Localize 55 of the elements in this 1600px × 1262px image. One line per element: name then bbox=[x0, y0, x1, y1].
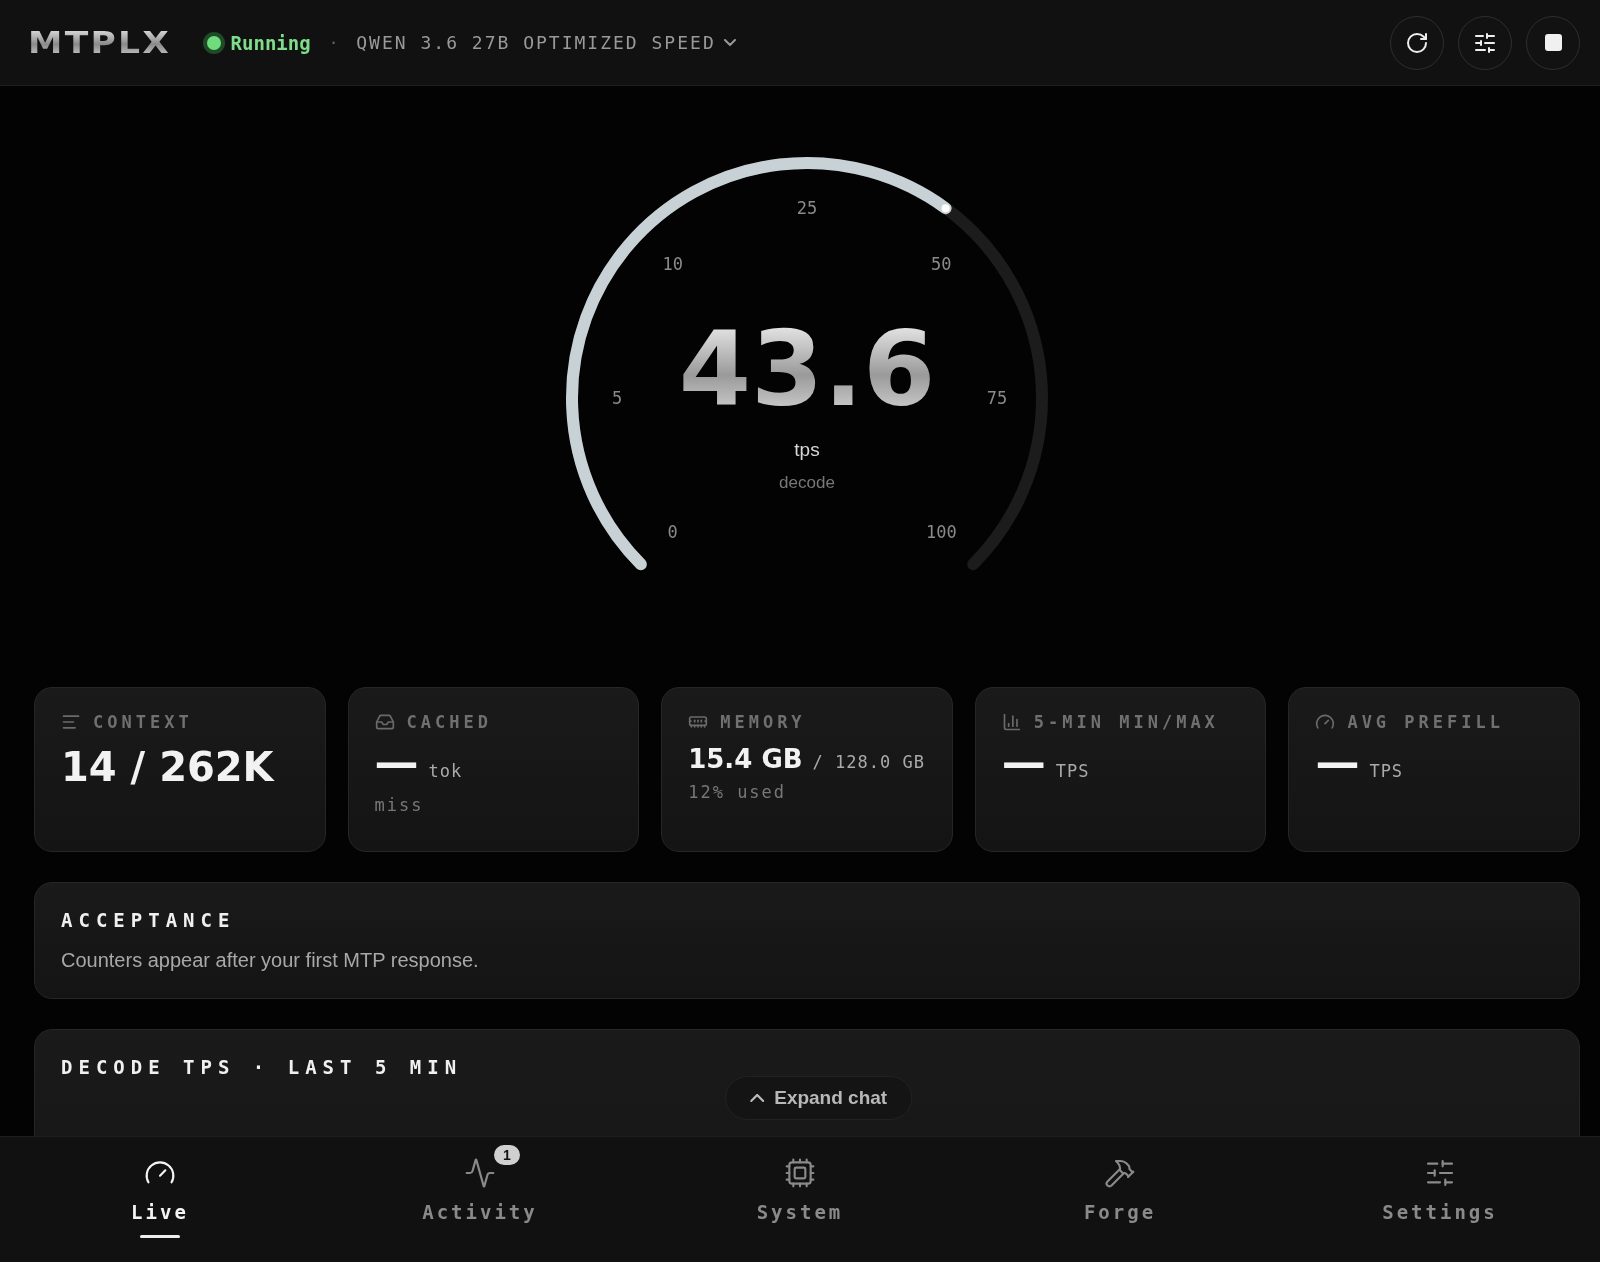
tray-icon bbox=[374, 712, 395, 732]
stat-unit: / 128.0 GB bbox=[812, 752, 925, 772]
status-label: Running bbox=[230, 31, 311, 54]
gauge-tick-label: 0 bbox=[667, 522, 678, 543]
stat-note: 12% used bbox=[688, 782, 788, 802]
pulse-icon bbox=[464, 1157, 496, 1189]
settings-button[interactable] bbox=[1458, 15, 1512, 70]
stat-label: MEMORY bbox=[720, 712, 806, 732]
stat-label: CONTEXT bbox=[93, 712, 193, 732]
chip-icon bbox=[784, 1157, 816, 1189]
separator: · bbox=[328, 33, 339, 52]
refresh-icon bbox=[1405, 30, 1429, 55]
stat-label: CACHED bbox=[406, 712, 492, 732]
nav-tab[interactable]: Settings bbox=[1280, 1137, 1600, 1262]
gauge-tick-label: 10 bbox=[662, 253, 683, 274]
stat-unit: TPS bbox=[1055, 761, 1090, 781]
speed-value: 43.6 bbox=[678, 308, 936, 430]
stat-label: 5-MIN MIN/MAX bbox=[1033, 712, 1219, 732]
nav-tab[interactable]: System bbox=[640, 1137, 960, 1262]
stat-unit: tok bbox=[428, 761, 463, 781]
stat-value: 15.4 GB bbox=[688, 744, 803, 774]
nav-tab[interactable]: Live bbox=[0, 1137, 320, 1262]
gauge-tick-label: 75 bbox=[986, 388, 1008, 408]
settings-icon bbox=[1473, 30, 1497, 55]
stat-note: miss bbox=[374, 795, 425, 815]
bar-chart-icon bbox=[1001, 712, 1022, 732]
gauge-tick-label: 50 bbox=[931, 253, 952, 274]
stat-value: — bbox=[1001, 736, 1046, 787]
gauge-tick-label: 25 bbox=[796, 198, 818, 218]
chevron-up-icon bbox=[750, 1094, 765, 1102]
lines-icon bbox=[61, 712, 81, 732]
stop-button[interactable] bbox=[1526, 15, 1580, 70]
panel-title: ACCEPTANCE bbox=[61, 909, 237, 931]
model-selector[interactable]: QWEN 3.6 27B OPTIMIZED SPEED bbox=[356, 32, 736, 53]
stat-label: AVG PREFILL bbox=[1347, 712, 1504, 732]
refresh-button[interactable] bbox=[1390, 15, 1444, 70]
count-badge: 1 bbox=[494, 1145, 520, 1165]
gauge-icon bbox=[1315, 712, 1336, 732]
chevron-down-icon bbox=[723, 39, 736, 46]
panel-title: DECODE TPS · LAST 5 MIN bbox=[61, 1056, 464, 1078]
stat-value: — bbox=[374, 736, 419, 787]
speed-unit: tps bbox=[794, 439, 820, 460]
stat-value: 14 / 262K bbox=[61, 744, 274, 790]
nav-tab[interactable]: Forge bbox=[960, 1137, 1280, 1262]
settings-icon bbox=[1424, 1157, 1456, 1189]
stat-unit: TPS bbox=[1369, 761, 1404, 781]
gauge-needle-dot bbox=[941, 204, 950, 213]
hammer-icon bbox=[1104, 1157, 1136, 1189]
stat-value: — bbox=[1315, 736, 1360, 787]
nav-tab[interactable]: 1 Activity bbox=[320, 1137, 640, 1262]
expand-chat-button[interactable]: Expand chat bbox=[725, 1076, 913, 1120]
gauge-tick-label: 100 bbox=[926, 522, 957, 543]
panel-message: Counters appear after your first MTP response. bbox=[61, 949, 480, 972]
speed-mode: decode bbox=[779, 473, 835, 492]
gauge-tick-label: 5 bbox=[611, 388, 623, 408]
